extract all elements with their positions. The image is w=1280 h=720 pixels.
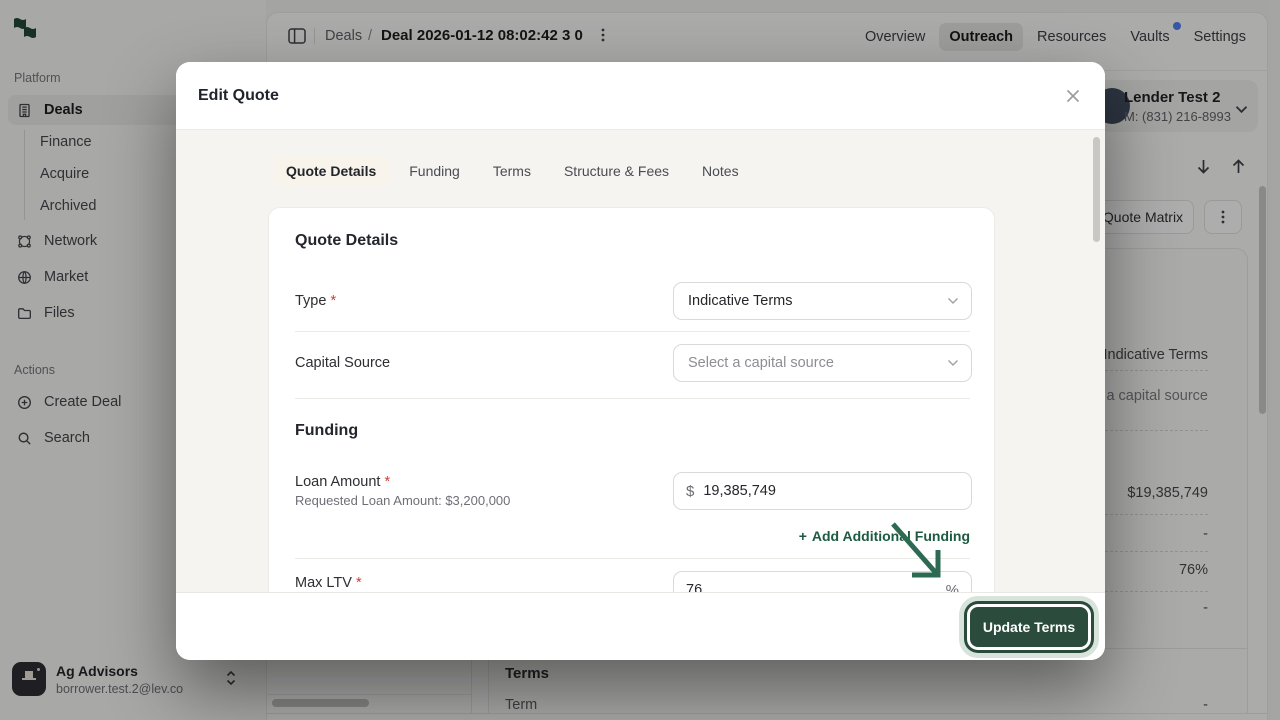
funding-heading: Funding [295,422,358,440]
max-ltv-label: Max LTV * [295,575,362,591]
tab-terms[interactable]: Terms [480,156,544,186]
chevron-down-icon [947,293,959,309]
modal-body: Quote Details Funding Terms Structure & … [176,130,1105,592]
plus-icon: + [799,528,807,544]
modal-header: Edit Quote [176,62,1105,130]
tab-quote-details[interactable]: Quote Details [273,156,389,186]
required-marker: * [330,293,336,309]
row-divider [295,331,970,332]
dollar-icon: $ [686,483,694,500]
tab-funding[interactable]: Funding [396,156,473,186]
loan-amount-helper: Requested Loan Amount: $3,200,000 [295,493,510,508]
capital-source-select[interactable]: Select a capital source [673,344,972,382]
close-icon[interactable] [1065,88,1083,106]
max-ltv-input[interactable] [686,582,937,592]
type-select[interactable]: Indicative Terms [673,282,972,320]
chevron-down-icon [947,355,959,371]
modal-tabs: Quote Details Funding Terms Structure & … [273,156,752,186]
percent-icon: % [946,582,959,593]
type-label: Type * [295,293,336,309]
edit-quote-modal: Edit Quote Quote Details Funding Terms S… [176,62,1105,660]
capital-source-label: Capital Source [295,355,390,371]
add-additional-funding-link[interactable]: + Add Additional Funding [799,528,970,544]
max-ltv-field: % [673,571,972,592]
section-divider [295,398,970,399]
update-terms-button[interactable]: Update Terms [970,607,1088,647]
required-marker: * [356,575,362,591]
tab-notes[interactable]: Notes [689,156,752,186]
required-marker: * [385,474,391,490]
modal-scrollbar-thumb[interactable] [1093,137,1100,242]
row-divider [295,558,970,559]
modal-title: Edit Quote [198,87,279,105]
loan-amount-field: $ [673,472,972,510]
tab-structure-fees[interactable]: Structure & Fees [551,156,682,186]
quote-form-card: Quote Details Type * Indicative Terms Ca… [268,207,995,592]
quote-details-heading: Quote Details [295,232,398,250]
loan-amount-input[interactable] [703,483,959,499]
loan-amount-label: Loan Amount * [295,474,390,490]
modal-footer: Update Terms [176,592,1105,660]
